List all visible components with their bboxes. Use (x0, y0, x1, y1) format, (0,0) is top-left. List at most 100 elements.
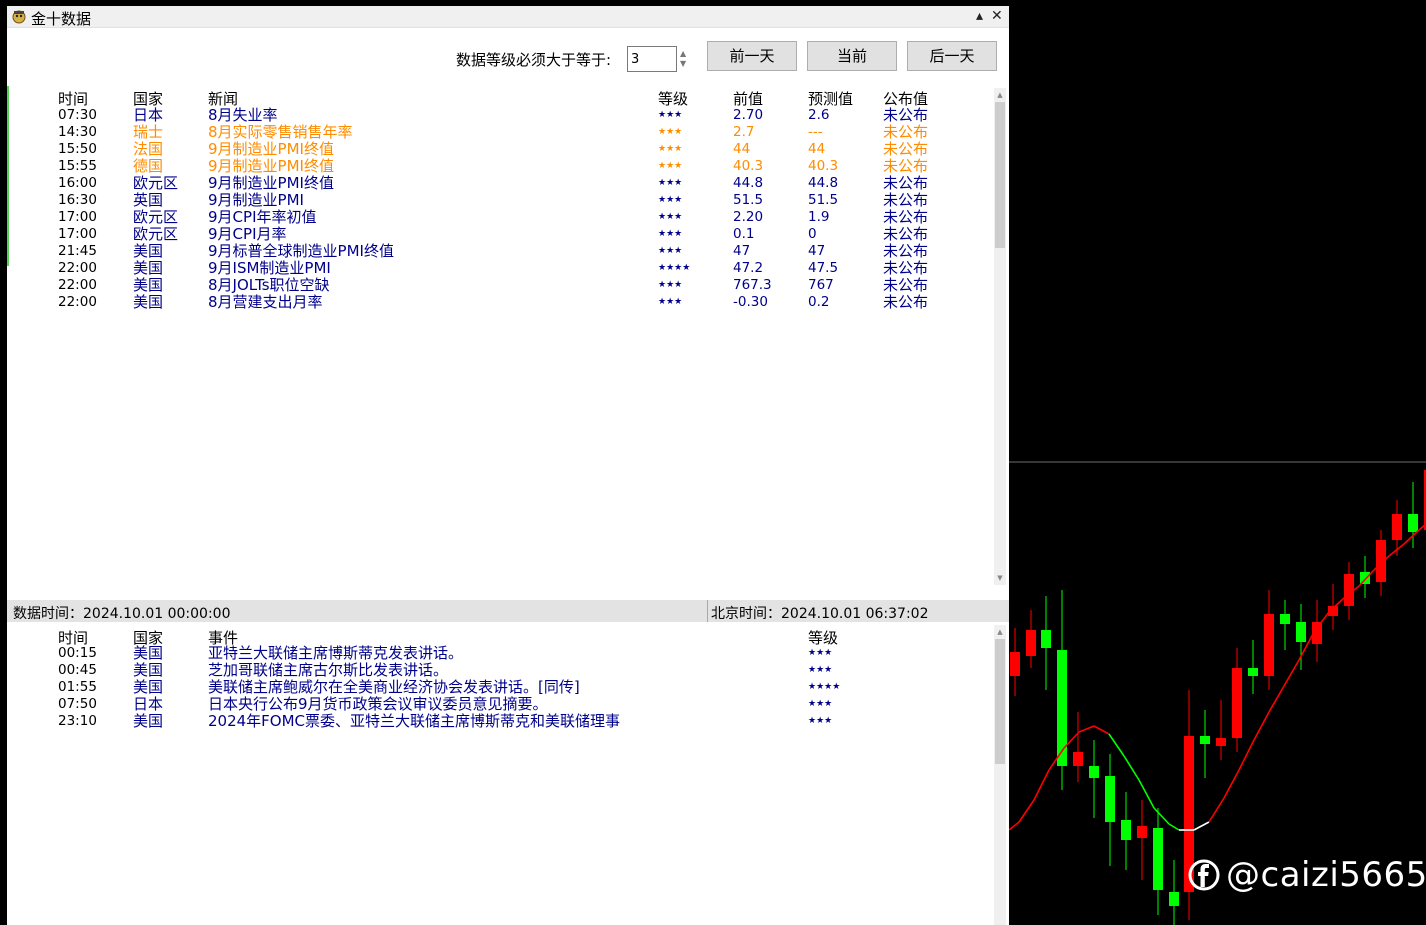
candle-body (1153, 828, 1163, 890)
events-scroll-thumb[interactable] (995, 639, 1005, 764)
news-row-level: ★★★ (658, 127, 683, 137)
news-row-country: 英国 (133, 191, 164, 209)
candle-body (1105, 776, 1115, 822)
events-scrollbar[interactable]: ▲ (994, 625, 1006, 925)
news-row-country: 欧元区 (133, 208, 179, 226)
news-row-country: 瑞士 (133, 123, 164, 141)
event-row-event: 2024年FOMC票委、亚特兰大联储主席博斯蒂克和美联储理事 (208, 712, 621, 730)
spin-up-icon[interactable]: ▲ (680, 50, 686, 58)
events-scroll-up-icon[interactable]: ▲ (995, 627, 1005, 637)
candle-body (1392, 514, 1402, 540)
scroll-down-icon[interactable]: ▼ (995, 573, 1005, 583)
event-row-level: ★★★ (808, 665, 833, 675)
news-row-news: 9月制造业PMI终值 (208, 157, 334, 175)
event-row-time: 01:55 (58, 679, 97, 695)
news-scroll-thumb[interactable] (995, 102, 1005, 248)
news-row-actual: 未公布 (883, 157, 929, 175)
news-row-time: 16:30 (58, 192, 97, 208)
news-row-level: ★★★ (658, 161, 683, 171)
event-row-event: 亚特兰大联储主席博斯蒂克发表讲话。 (208, 644, 464, 662)
candle-body (1073, 752, 1083, 766)
candle-body (1121, 820, 1131, 840)
news-row-forecast: 1.9 (808, 209, 830, 225)
news-row-level: ★★★ (658, 212, 683, 222)
candle-body (1280, 614, 1290, 624)
news-row-news: 8月JOLTs职位空缺 (208, 276, 330, 294)
news-row-forecast: 2.6 (808, 107, 830, 123)
news-row-news: 8月营建支出月率 (208, 293, 323, 311)
candle-body (1344, 574, 1354, 606)
news-row-actual: 未公布 (883, 123, 929, 141)
news-row-time: 22:00 (58, 277, 97, 293)
news-row-news: 9月标普全球制造业PMI终值 (208, 242, 394, 260)
news-row-previous: 40.3 (733, 158, 764, 174)
news-row-actual: 未公布 (883, 225, 929, 243)
news-row-country: 德国 (133, 157, 164, 175)
event-row-level: ★★★ (808, 699, 833, 709)
news-row-level: ★★★ (658, 280, 683, 290)
news-row-level: ★★★ (658, 246, 683, 256)
prev-day-button[interactable]: 前一天 (707, 41, 797, 71)
watermark: @caizi5665 (1188, 853, 1426, 897)
header-time: 时间 (58, 90, 89, 108)
news-row-news: 9月制造业PMI (208, 191, 304, 209)
beijing-time: 北京时间：2024.10.01 06:37:02 (711, 606, 929, 622)
candle-body (1408, 514, 1418, 532)
news-row-country: 美国 (133, 259, 164, 277)
news-row-time: 07:30 (58, 107, 97, 123)
news-row-previous: 2.20 (733, 209, 764, 225)
event-row-country: 美国 (133, 678, 164, 696)
news-row-forecast: 44.8 (808, 175, 839, 191)
data-time: 数据时间：2024.10.01 00:00:00 (13, 606, 231, 622)
jin10-data-dialog: 金十数据 ▴ ✕ 数据等级必须大于等于: ▲ ▼ 前一天 当前 后一天 时间 国… (7, 6, 1009, 925)
news-row-previous: 0.1 (733, 226, 755, 242)
news-row-level: ★★★ (658, 178, 683, 188)
level-filter-input[interactable] (627, 46, 677, 72)
header-level: 等级 (658, 90, 689, 108)
news-row-previous: 47 (733, 243, 751, 259)
event-row-level: ★★★ (808, 716, 833, 726)
pin-icon[interactable]: ▴ (976, 8, 983, 24)
news-row-forecast: 44 (808, 141, 826, 157)
news-scrollbar[interactable]: ▲ ▼ (994, 88, 1006, 585)
news-row-forecast: 767 (808, 277, 834, 293)
news-row-time: 22:00 (58, 294, 97, 310)
news-row-forecast: 51.5 (808, 192, 839, 208)
news-row-actual: 未公布 (883, 174, 929, 192)
news-row-level: ★★★ (658, 144, 683, 154)
candle-body (1089, 766, 1099, 778)
news-row-news: 9月CPI年率初值 (208, 208, 317, 226)
news-row-news: 8月失业率 (208, 106, 278, 124)
news-row-news: 8月实际零售销售年率 (208, 123, 353, 141)
close-icon[interactable]: ✕ (991, 8, 1003, 24)
event-row-level: ★★★ (808, 648, 833, 658)
news-row-news: 9月制造业PMI终值 (208, 140, 334, 158)
news-row-previous: 767.3 (733, 277, 772, 293)
news-row-previous: 2.70 (733, 107, 764, 123)
candle-body (1137, 826, 1147, 838)
spin-down-icon[interactable]: ▼ (680, 60, 686, 68)
event-row-event: 美联储主席鲍威尔在全美商业经济协会发表讲话。[同传] (208, 678, 580, 696)
header-previous: 前值 (733, 90, 764, 108)
news-row-previous: 44.8 (733, 175, 764, 191)
title-bar[interactable]: 金十数据 ▴ ✕ (7, 6, 1009, 28)
level-spinner[interactable]: ▲ ▼ (679, 48, 691, 70)
price-chart[interactable] (1009, 0, 1426, 925)
news-row-previous: 2.7 (733, 124, 755, 140)
candle-body (1010, 652, 1020, 676)
news-row-country: 美国 (133, 293, 164, 311)
news-row-time: 17:00 (58, 226, 97, 242)
news-row-forecast: 0 (808, 226, 817, 242)
news-row-country: 法国 (133, 140, 164, 158)
news-row-time: 17:00 (58, 209, 97, 225)
news-row-time: 15:50 (58, 141, 97, 157)
event-row-time: 00:15 (58, 645, 97, 661)
news-row-level: ★★★★ (658, 263, 691, 273)
scroll-up-icon[interactable]: ▲ (995, 90, 1005, 100)
window-title: 金十数据 (31, 10, 92, 28)
news-row-news: 9月制造业PMI终值 (208, 174, 334, 192)
today-button[interactable]: 当前 (807, 41, 897, 71)
event-row-time: 07:50 (58, 696, 97, 712)
candle-body (1026, 630, 1036, 656)
next-day-button[interactable]: 后一天 (907, 41, 997, 71)
